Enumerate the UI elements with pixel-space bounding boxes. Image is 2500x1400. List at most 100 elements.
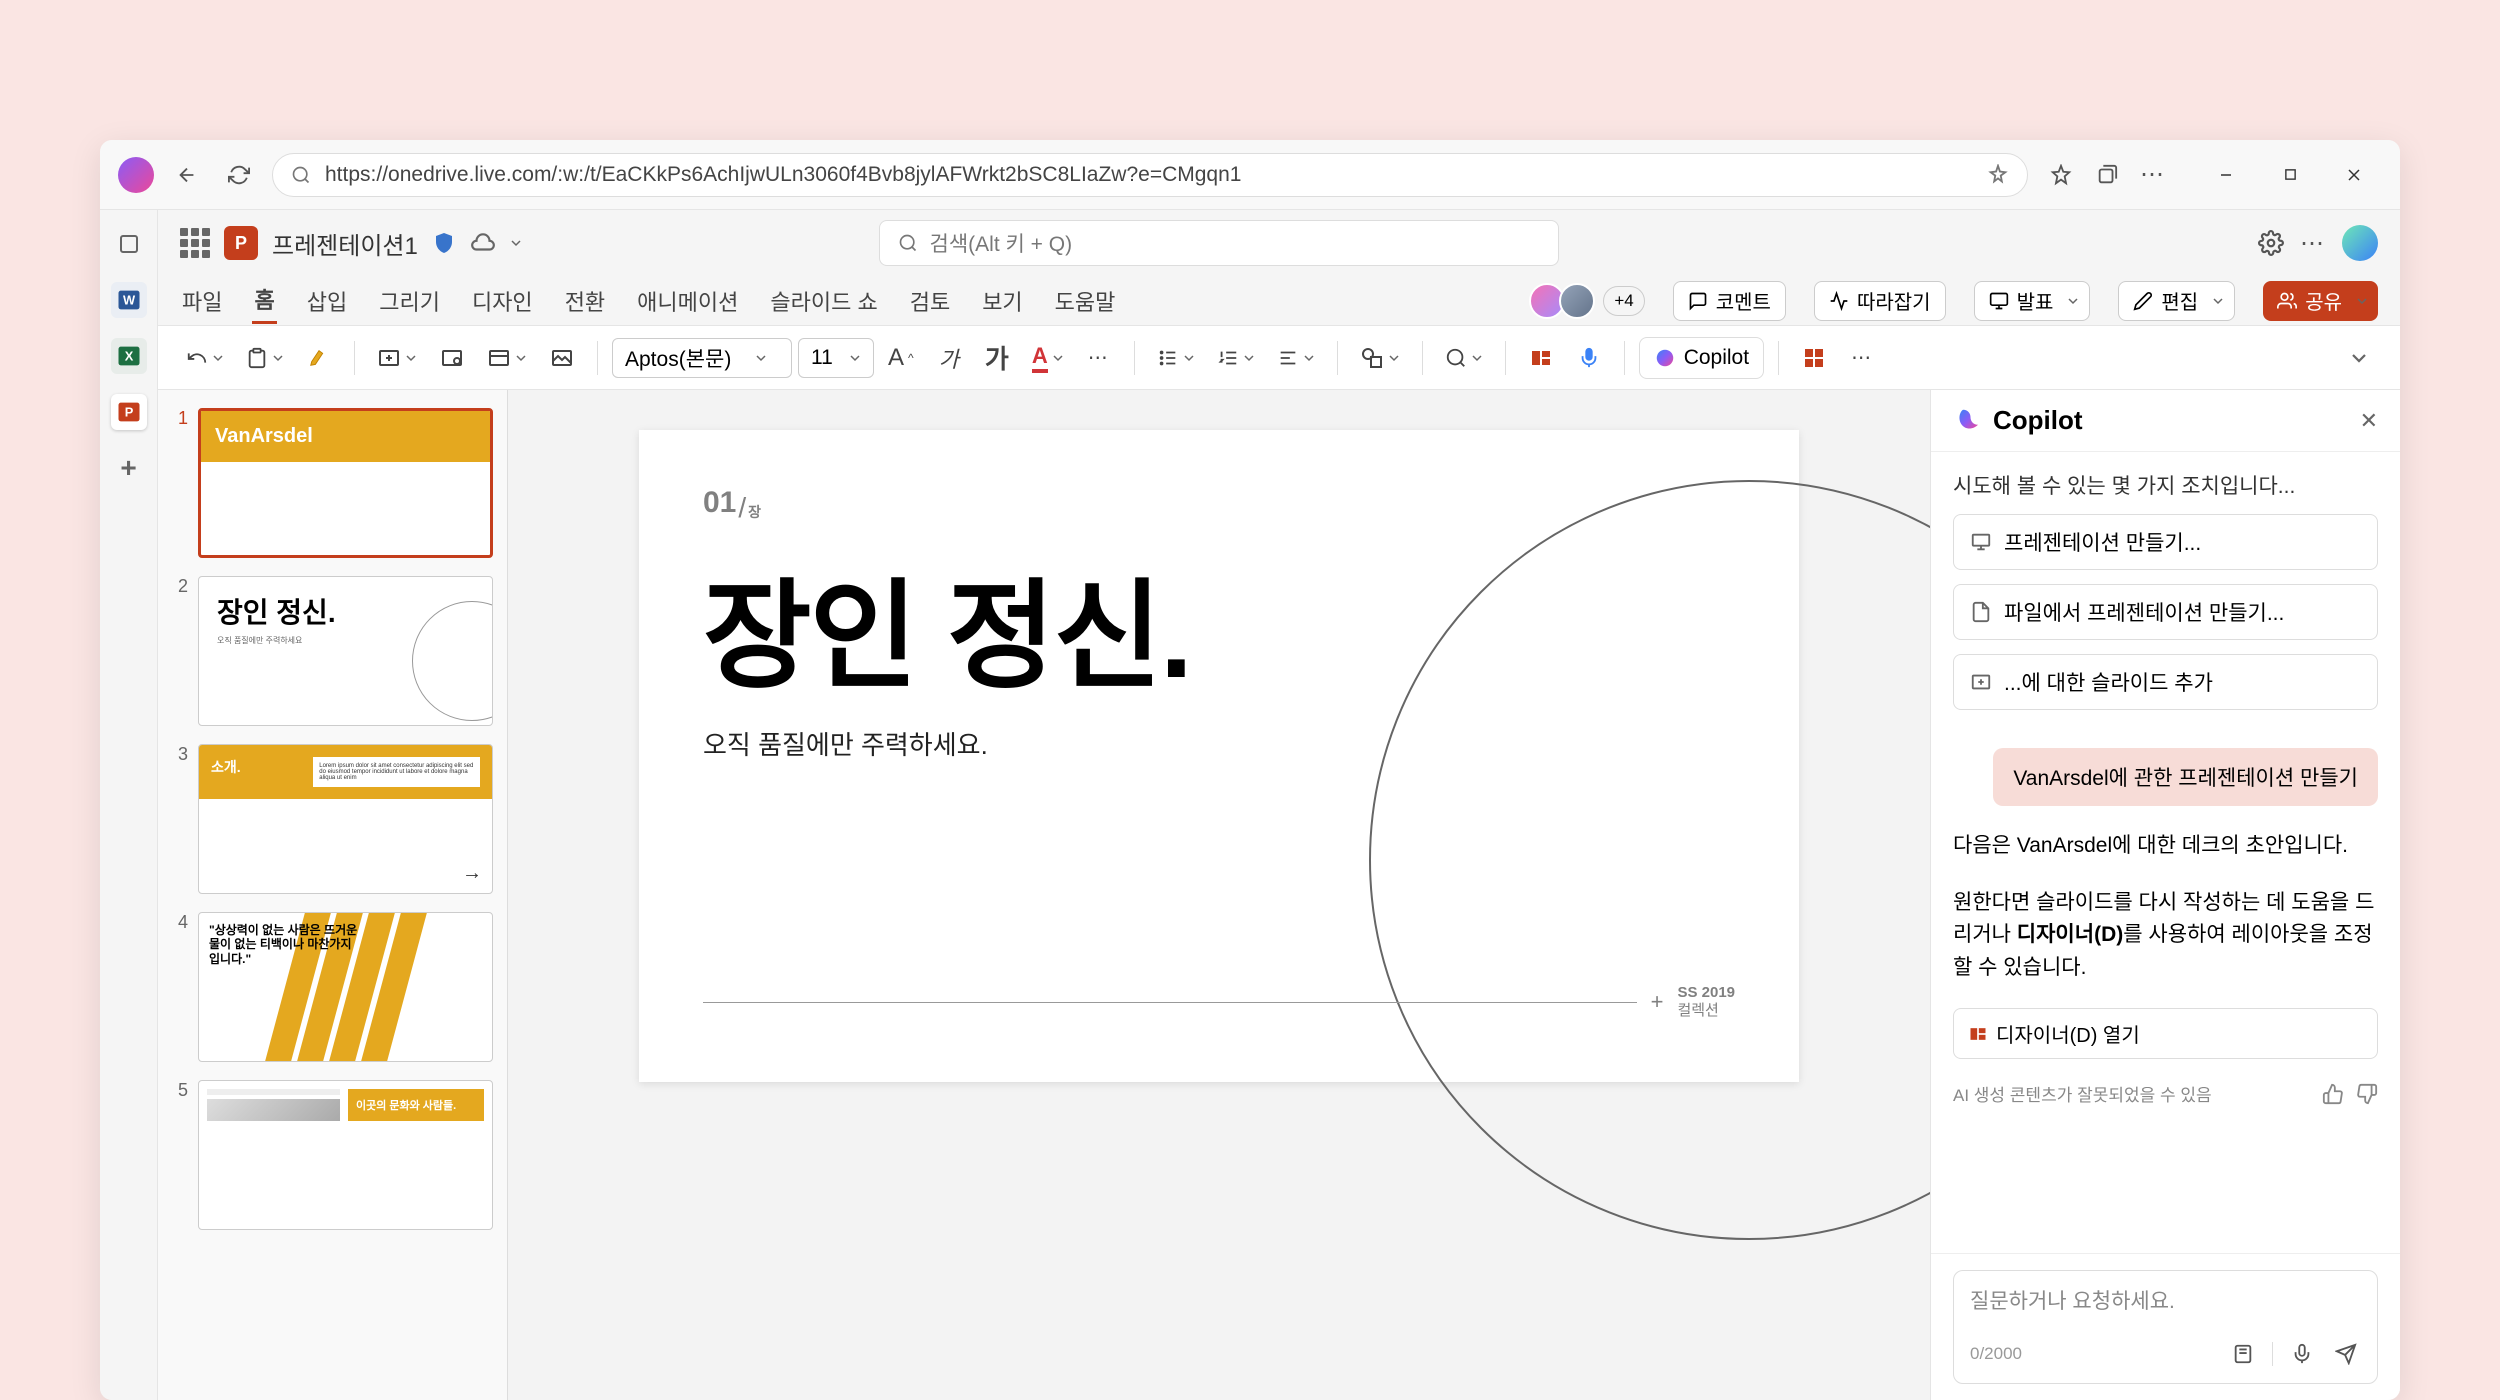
copilot-input[interactable]: 질문하거나 요청하세요. 0/2000 — [1953, 1270, 2378, 1384]
presence-more[interactable]: +4 — [1603, 286, 1644, 316]
new-slide-button[interactable] — [369, 337, 425, 379]
tabs-icon[interactable] — [111, 226, 147, 262]
paste-button[interactable] — [238, 337, 292, 379]
thumbs-up-button[interactable] — [2322, 1083, 2344, 1105]
presence-avatar-2[interactable] — [1559, 283, 1595, 319]
tab-file[interactable]: 파일 — [180, 279, 224, 323]
address-bar[interactable]: https://onedrive.live.com/:w:/t/EaCKkPs6… — [272, 153, 2028, 197]
undo-button[interactable] — [178, 337, 232, 379]
tab-help[interactable]: 도움말 — [1053, 279, 1118, 323]
copilot-open-designer-button[interactable]: 디자이너(D) 열기 — [1953, 1008, 2378, 1059]
svg-text:X: X — [124, 349, 133, 364]
numbering-button[interactable] — [1209, 337, 1263, 379]
browser-more-icon[interactable]: ⋯ — [2134, 156, 2172, 194]
layout-button[interactable] — [479, 337, 535, 379]
picture-button[interactable] — [541, 337, 583, 379]
add-slide-icon — [1970, 671, 1992, 693]
ribbon-collapse-button[interactable] — [2338, 337, 2380, 379]
tab-draw[interactable]: 그리기 — [377, 279, 442, 323]
account-avatar[interactable] — [2342, 225, 2378, 261]
copilot-suggestion-2[interactable]: 파일에서 프레젠테이션 만들기... — [1953, 584, 2378, 640]
grid-view-button[interactable] — [1793, 337, 1835, 379]
tab-transitions[interactable]: 전환 — [563, 279, 607, 323]
slide-thumb-5[interactable]: 이곳의 문화와 사람들. — [198, 1080, 493, 1230]
present-button[interactable]: 발표 — [1974, 281, 2091, 321]
favorites-icon[interactable] — [2042, 156, 2080, 194]
find-button[interactable] — [1437, 337, 1491, 379]
share-button[interactable]: 공유 — [2263, 281, 2378, 321]
settings-icon[interactable] — [2258, 230, 2284, 256]
catchup-button[interactable]: 따라잡기 — [1814, 281, 1946, 321]
slide-canvas-area[interactable]: 01 / 장 장인 정신. 오직 품질에만 주력하세요. + SS 2019 — [508, 390, 1930, 1400]
toolbar-overflow-icon[interactable]: ⋯ — [1841, 337, 1883, 379]
copilot-suggestion-3[interactable]: ...에 대한 슬라이드 추가 — [1953, 654, 2378, 710]
copilot-panel: Copilot ✕ 시도해 볼 수 있는 몇 가지 조치입니다... 프레젠테이… — [1930, 390, 2400, 1400]
dictate-button[interactable] — [1568, 337, 1610, 379]
tab-animations[interactable]: 애니메이션 — [635, 279, 740, 323]
bullets-button[interactable] — [1149, 337, 1203, 379]
increase-font-button[interactable]: A^ — [880, 337, 922, 379]
tab-slideshow[interactable]: 슬라이드 쇼 — [768, 279, 879, 323]
sensitivity-shield-icon[interactable] — [432, 231, 456, 255]
save-status-icon[interactable] — [470, 230, 496, 256]
align-button[interactable] — [1269, 337, 1323, 379]
chevron-down-icon[interactable] — [2061, 295, 2085, 307]
thumbs-down-button[interactable] — [2356, 1083, 2378, 1105]
prompt-book-icon[interactable] — [2228, 1339, 2258, 1369]
search-input[interactable]: 검색(Alt 키 + Q) — [879, 220, 1559, 266]
slide-thumb-1[interactable]: VanArsdel — [198, 408, 493, 558]
tab-view[interactable]: 보기 — [980, 279, 1024, 323]
file-icon — [1970, 601, 1992, 623]
copilot-user-message: VanArsdel에 관한 프레젠테이션 만들기 — [1993, 748, 2378, 806]
maximize-button[interactable] — [2262, 155, 2318, 195]
slide-preview-button[interactable] — [431, 337, 473, 379]
tab-review[interactable]: 검토 — [908, 279, 952, 323]
more-font-icon[interactable]: ⋯ — [1078, 337, 1120, 379]
minimize-button[interactable] — [2198, 155, 2254, 195]
close-panel-button[interactable]: ✕ — [2360, 408, 2378, 434]
add-app-icon[interactable]: + — [111, 450, 147, 486]
edit-button[interactable]: 편집 — [2118, 281, 2235, 321]
chevron-down-icon[interactable] — [2350, 295, 2374, 307]
designer-button[interactable] — [1520, 337, 1562, 379]
powerpoint-badge-icon: P — [224, 226, 258, 260]
chevron-down-icon[interactable] — [2206, 295, 2230, 307]
excel-app-icon[interactable]: X — [111, 338, 147, 374]
refresh-button[interactable] — [220, 156, 258, 194]
font-color-button[interactable]: A — [1024, 337, 1072, 379]
tab-design[interactable]: 디자인 — [470, 279, 535, 323]
slide-canvas[interactable]: 01 / 장 장인 정신. 오직 품질에만 주력하세요. + SS 2019 — [639, 430, 1799, 1082]
tab-home[interactable]: 홈 — [252, 277, 276, 324]
word-app-icon[interactable]: W — [111, 282, 147, 318]
shapes-button[interactable] — [1352, 337, 1408, 379]
tab-insert[interactable]: 삽입 — [305, 279, 349, 323]
slide-thumb-3[interactable]: 소개. Lorem ipsum dolor sit amet consectet… — [198, 744, 493, 894]
font-family-select[interactable]: Aptos(본문) — [612, 338, 792, 378]
slide-thumb-4[interactable]: "상상력이 없는 사람은 뜨거운 물이 없는 티백이나 마찬가지입니다." — [198, 912, 493, 1062]
thumb-number: 2 — [172, 576, 188, 726]
slide-thumb-2[interactable]: 장인 정신. 오직 품질에만 주력하세요 — [198, 576, 493, 726]
more-options-icon[interactable]: ⋯ — [2300, 229, 2326, 258]
send-button[interactable] — [2331, 1339, 2361, 1369]
close-button[interactable] — [2326, 155, 2382, 195]
title-bar: P 프레젠테이션1 검색(Alt 키 + Q) ⋯ — [158, 210, 2400, 276]
copilot-suggestion-1[interactable]: 프레젠테이션 만들기... — [1953, 514, 2378, 570]
powerpoint-app-icon[interactable]: P — [111, 394, 147, 430]
bold-button[interactable]: 가 — [976, 337, 1018, 379]
clear-format-button[interactable]: 가 — [928, 337, 970, 379]
title-chevron-icon[interactable] — [510, 237, 522, 249]
profile-avatar[interactable] — [118, 157, 154, 193]
app-launcher-icon[interactable] — [180, 228, 210, 258]
comments-button[interactable]: 코멘트 — [1673, 281, 1786, 321]
document-title[interactable]: 프레젠테이션1 — [272, 226, 418, 261]
mic-icon[interactable] — [2287, 1339, 2317, 1369]
collections-icon[interactable] — [2088, 156, 2126, 194]
reading-mode-icon[interactable] — [1987, 164, 2009, 186]
copilot-toolbar-button[interactable]: Copilot — [1639, 337, 1764, 379]
search-icon — [291, 165, 311, 185]
app-switcher-rail: W X P + — [100, 210, 158, 1400]
format-painter-button[interactable] — [298, 337, 340, 379]
back-button[interactable] — [168, 156, 206, 194]
presence-avatars[interactable]: +4 — [1535, 283, 1644, 319]
font-size-select[interactable]: 11 — [798, 338, 874, 378]
